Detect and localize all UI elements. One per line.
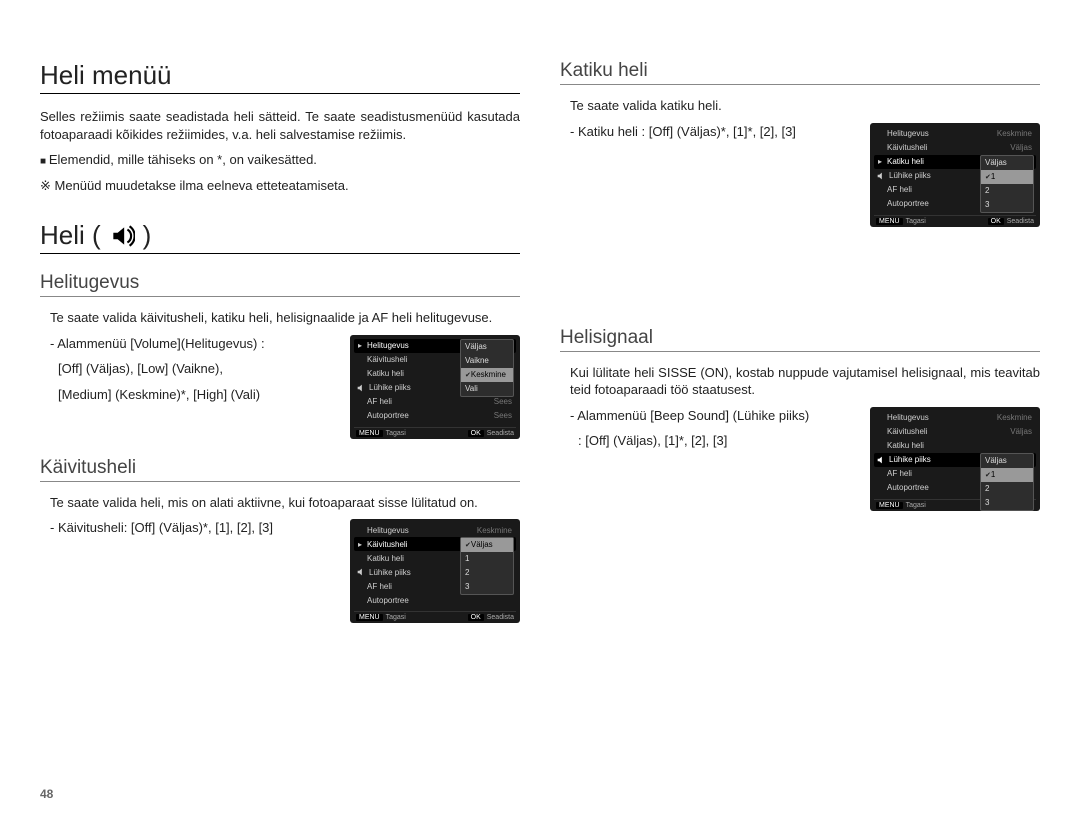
helitugevus-submenu-2: [Off] (Väljas), [Low] (Vaikne),: [58, 360, 334, 378]
heading-helitugevus: Helitugevus: [40, 272, 520, 297]
katiku-desc: Te saate valida katiku heli.: [570, 97, 1040, 115]
intro-bullet-defaults: Elemendid, mille tähiseks on *, on vaike…: [40, 151, 520, 169]
menu-item: Käivitusheli: [887, 427, 1010, 436]
menu-value: Väljas: [1010, 143, 1034, 152]
menu-item: Katiku heli: [887, 441, 1034, 450]
popup-option: Vaikne: [461, 354, 513, 368]
menu-value: Keskmine: [997, 129, 1034, 138]
popup-option-selected: 1: [981, 468, 1033, 482]
popup-option: 3: [461, 580, 513, 594]
heading-kaivitusheli: Käivitusheli: [40, 457, 520, 482]
helisignaal-submenu-1: Alammenüü [Beep Sound] (Lühike piiks): [570, 407, 854, 425]
menu-screenshot-helitugevus: ▸Helitugevus Käivitusheli Katiku heli Lü…: [350, 335, 520, 439]
kaivitusheli-desc: Te saate valida heli, mis on alati aktii…: [50, 494, 520, 512]
footer-menu-btn: MENU: [356, 430, 383, 437]
helisignaal-desc: Kui lülitate heli SISSE (ON), kostab nup…: [570, 364, 1040, 399]
page-number: 48: [40, 787, 53, 801]
menu-value: Keskmine: [997, 413, 1034, 422]
menu-item: Helitugevus: [887, 129, 997, 138]
menu-screenshot-katiku: HelitugevusKeskmine KäivitusheliVäljas ▸…: [870, 123, 1040, 227]
popup-option-selected: Keskmine: [461, 368, 513, 382]
popup-option: 3: [981, 198, 1033, 212]
menu-item: Autoportree: [367, 596, 514, 605]
menu-value: Väljas: [1010, 427, 1034, 436]
helitugevus-block: Alammenüü [Volume](Helitugevus) : [Off] …: [40, 335, 520, 439]
helisignaal-submenu-2: : [Off] (Väljas), [1]*, [2], [3]: [578, 432, 854, 450]
sound-icon: [876, 455, 886, 465]
popup-option: 1: [461, 552, 513, 566]
popup-option: 2: [461, 566, 513, 580]
popup-option: Vali: [461, 382, 513, 396]
sound-icon: [109, 223, 135, 249]
intro-paragraph: Selles režiimis saate seadistada heli sä…: [40, 108, 520, 143]
menu-screenshot-kaivitusheli: HelitugevusKeskmine ▸Käivitusheli Katiku…: [350, 519, 520, 623]
popup-option: 3: [981, 496, 1033, 510]
helitugevus-submenu-1: Alammenüü [Volume](Helitugevus) :: [50, 335, 334, 353]
footer-ok-label: Seadista: [487, 430, 514, 437]
menu-value: Keskmine: [477, 526, 514, 535]
popup-option-selected: Väljas: [461, 538, 513, 552]
menu-value: Sees: [494, 411, 514, 420]
heading-heli-menu: Heli menüü: [40, 60, 520, 94]
kaivitusheli-block: Käivitusheli: [Off] (Väljas)*, [1], [2],…: [40, 519, 520, 623]
footer-ok-label: Seadista: [1007, 218, 1034, 225]
heading-heli-close: ): [143, 220, 152, 251]
katiku-options: Katiku heli : [Off] (Väljas)*, [1]*, [2]…: [570, 123, 854, 141]
footer-back-label: Tagasi: [906, 502, 926, 509]
popup-option: Väljas: [461, 340, 513, 354]
menu-item: Autoportree: [367, 411, 494, 420]
footer-ok-btn: OK: [988, 218, 1004, 225]
footer-back-label: Tagasi: [906, 218, 926, 225]
popup-option: 2: [981, 482, 1033, 496]
kaivitusheli-options: Käivitusheli: [Off] (Väljas)*, [1], [2],…: [50, 519, 334, 537]
sound-icon: [356, 567, 366, 577]
heading-helisignaal: Helisignaal: [560, 327, 1040, 352]
footer-ok-btn: OK: [468, 430, 484, 437]
popup-option: Väljas: [981, 454, 1033, 468]
sound-icon: [356, 383, 366, 393]
footer-back-label: Tagasi: [386, 430, 406, 437]
heading-heli-text: Heli (: [40, 220, 101, 251]
footer-back-label: Tagasi: [386, 614, 406, 621]
menu-item: Helitugevus: [887, 413, 997, 422]
menu-item: AF heli: [367, 397, 494, 406]
footer-menu-btn: MENU: [876, 218, 903, 225]
page-columns: Heli menüü Selles režiimis saate seadist…: [40, 60, 1040, 623]
footer-menu-btn: MENU: [876, 502, 903, 509]
popup-option: Väljas: [981, 156, 1033, 170]
heading-heli: Heli ( ): [40, 220, 520, 254]
footer-ok-label: Seadista: [487, 614, 514, 621]
helisignaal-block: Alammenüü [Beep Sound] (Lühike piiks) : …: [560, 407, 1040, 511]
popup-option-selected: 1: [981, 170, 1033, 184]
helitugevus-desc: Te saate valida käivitusheli, katiku hel…: [50, 309, 520, 327]
heading-katiku-heli: Katiku heli: [560, 60, 1040, 85]
footer-ok-btn: OK: [468, 614, 484, 621]
footer-menu-btn: MENU: [356, 614, 383, 621]
katiku-block: Katiku heli : [Off] (Väljas)*, [1]*, [2]…: [560, 123, 1040, 227]
sound-icon: [876, 171, 886, 181]
menu-item: Helitugevus: [367, 526, 477, 535]
menu-value: Sees: [494, 397, 514, 406]
intro-bullet-notice: Menüüd muudetakse ilma eelneva etteteata…: [40, 177, 520, 195]
helitugevus-submenu-3: [Medium] (Keskmine)*, [High] (Vali): [58, 386, 334, 404]
popup-option: 2: [981, 184, 1033, 198]
menu-item: Käivitusheli: [887, 143, 1010, 152]
left-column: Heli menüü Selles režiimis saate seadist…: [40, 60, 520, 623]
menu-screenshot-helisignaal: HelitugevusKeskmine KäivitusheliVäljas K…: [870, 407, 1040, 511]
right-column: Katiku heli Te saate valida katiku heli.…: [560, 60, 1040, 623]
